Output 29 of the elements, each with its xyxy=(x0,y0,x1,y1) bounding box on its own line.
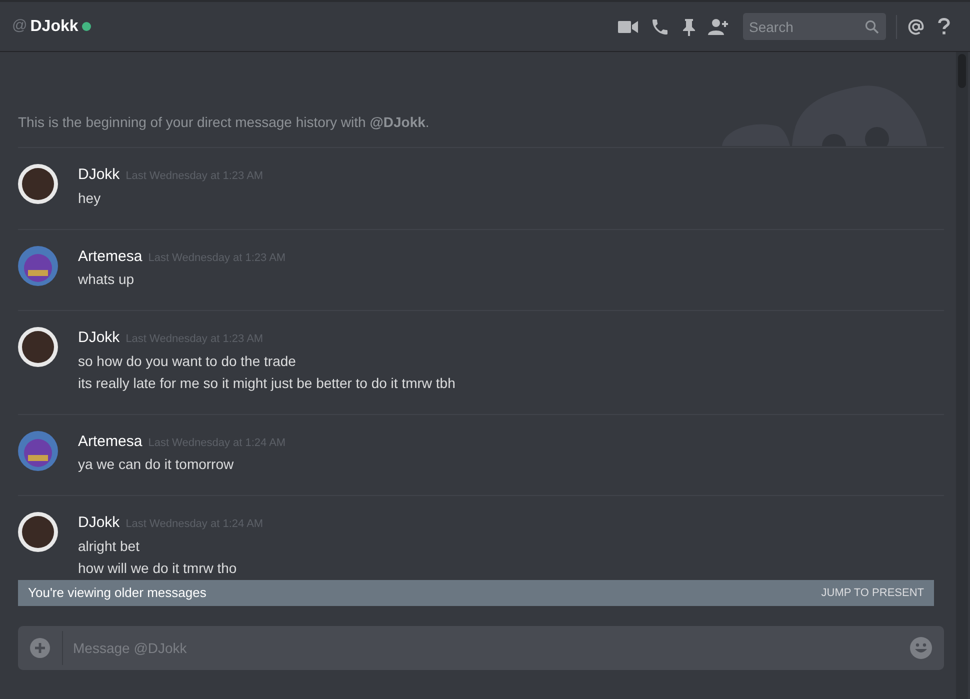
avatar-photo xyxy=(18,327,58,367)
mention-icon[interactable] xyxy=(907,18,925,36)
avatar-picture xyxy=(18,246,58,286)
message-text: its really late for me so it might just be better to do it tmrw tbh xyxy=(78,374,456,393)
history-intro-text: This is the beginning of your direct message history with @DJokk. xyxy=(18,112,944,148)
add-friend-icon[interactable] xyxy=(708,18,730,36)
avatar-photo xyxy=(18,512,58,552)
author-name[interactable]: DJokk xyxy=(78,164,120,186)
search-icon xyxy=(865,20,879,34)
channel-title: DJokk xyxy=(30,16,78,36)
message-text: so how do you want to do the trade xyxy=(78,352,297,371)
help-icon[interactable] xyxy=(938,18,950,35)
at-sign: @ xyxy=(12,16,28,36)
pin-icon[interactable] xyxy=(682,18,696,36)
phone-icon[interactable] xyxy=(650,16,670,36)
video-camera-icon[interactable] xyxy=(618,20,638,34)
message-text: whats up xyxy=(78,270,136,289)
author-name[interactable]: Artemesa xyxy=(78,430,142,453)
message-text: ya we can do it tomorrow xyxy=(78,455,235,474)
message-text: hey xyxy=(78,188,102,208)
avatar-photo xyxy=(18,164,58,204)
author-name[interactable]: Artemesa xyxy=(78,246,142,268)
author-name[interactable]: DJokk xyxy=(78,327,120,350)
older-messages-text: You're viewing older messages xyxy=(28,584,206,602)
message-text: how will we do it tmrw tho xyxy=(78,558,238,578)
avatar-picture xyxy=(18,430,58,470)
author-name[interactable]: DJokk xyxy=(78,512,120,534)
message-text: alright bet xyxy=(78,536,140,556)
search-field[interactable]: Search xyxy=(743,13,886,40)
